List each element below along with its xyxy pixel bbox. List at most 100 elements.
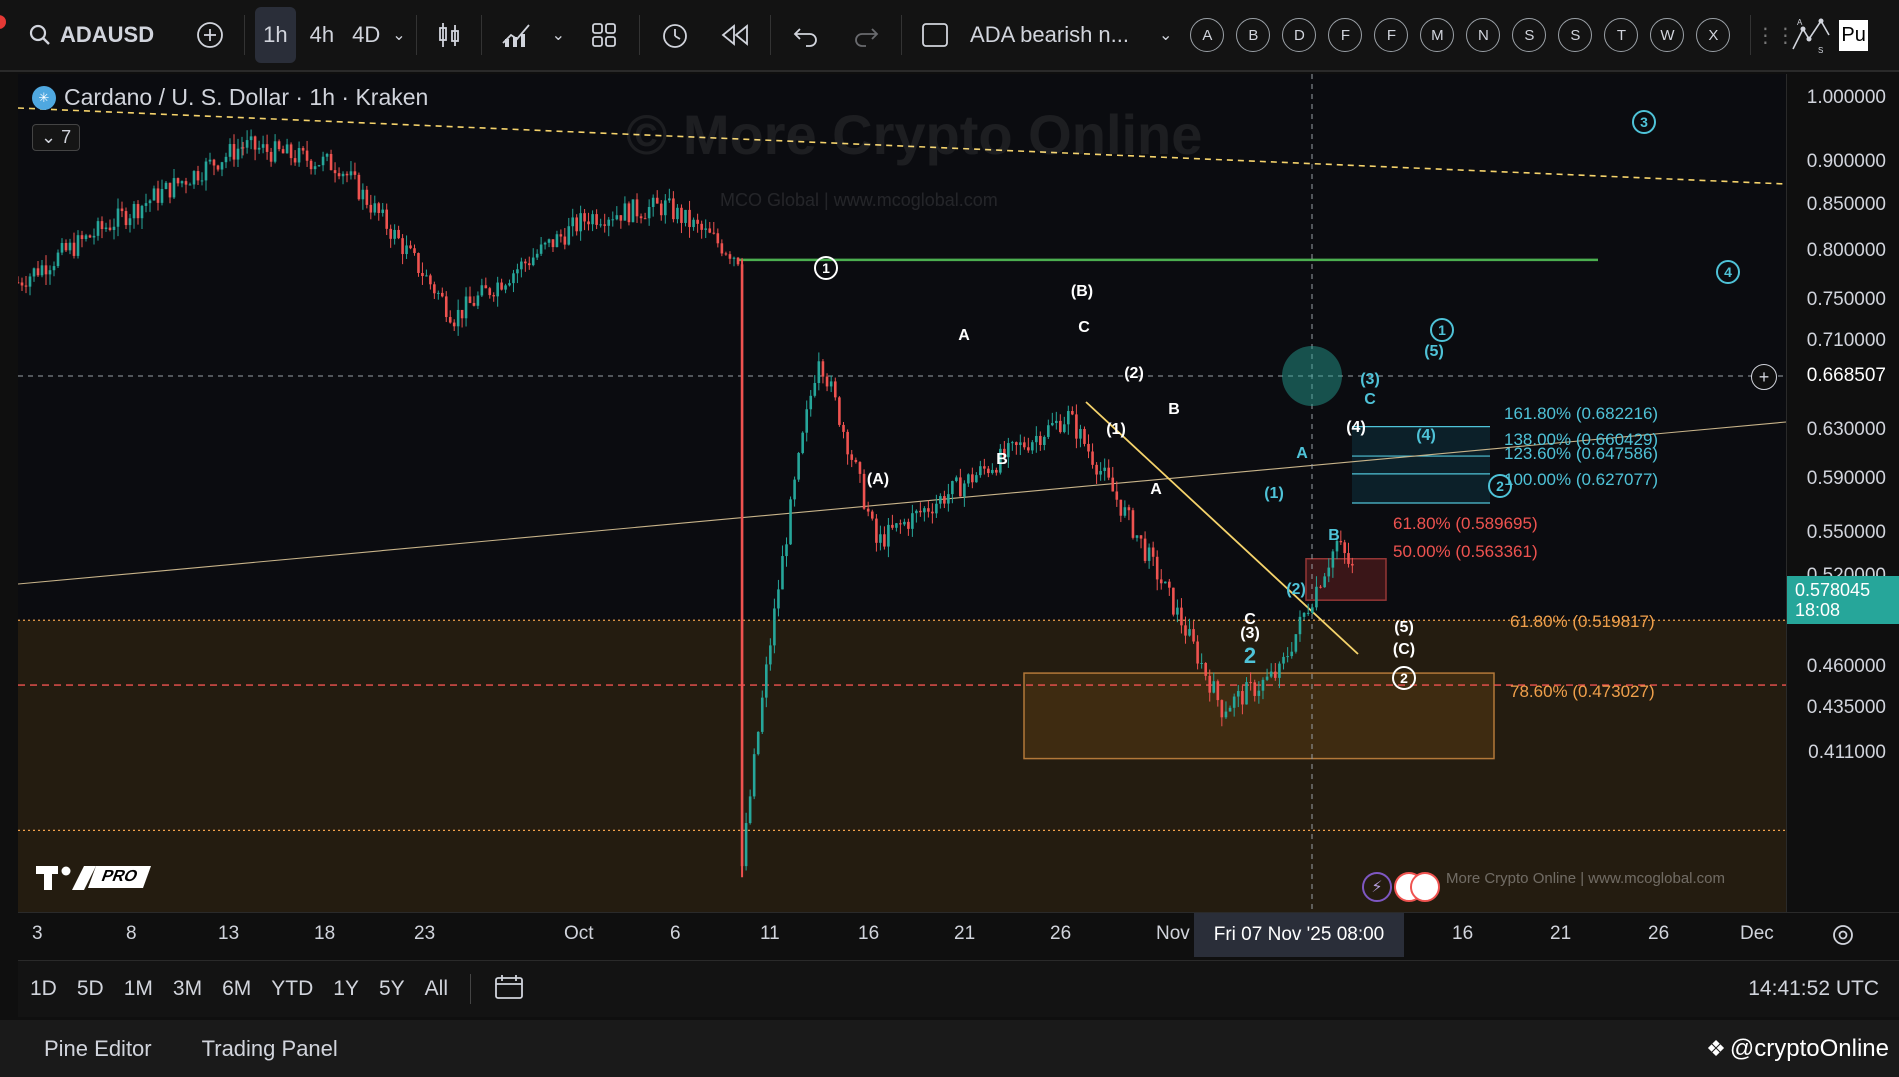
candle-body (809, 395, 813, 410)
tab-pine-editor[interactable]: Pine Editor (44, 1036, 152, 1062)
price-label: 0.460000 (1806, 656, 1886, 677)
candle-body (1278, 663, 1281, 678)
add-alert-icon[interactable]: + (1751, 364, 1777, 390)
range-3m[interactable]: 3M (173, 977, 202, 1001)
divider (244, 15, 246, 55)
candle-body (1286, 656, 1289, 658)
layout-button[interactable] (579, 7, 629, 63)
chevron-down-icon[interactable]: ⌄ (392, 7, 405, 63)
watermark-sub: MCO Global | www.mcoglobal.com (720, 190, 998, 210)
candle-body (480, 285, 484, 296)
divider (415, 15, 417, 55)
candle-body (805, 409, 809, 433)
undo-button[interactable] (781, 7, 831, 63)
quick-button[interactable]: N (1466, 18, 1501, 52)
candle-body (401, 238, 404, 255)
candle-body (1047, 425, 1050, 437)
range-6m[interactable]: 6M (222, 977, 251, 1001)
replay-button[interactable] (710, 7, 760, 63)
compare-button[interactable] (186, 7, 234, 63)
quick-button[interactable]: D (1282, 18, 1317, 52)
crosshair-highlight (1282, 346, 1342, 406)
quick-button[interactable]: X (1696, 18, 1731, 52)
price-label: 1.000000 (1806, 87, 1886, 108)
wave-circled-label: 2 (1488, 474, 1512, 498)
fib-level-label: 50.00% (0.563361) (1393, 542, 1538, 561)
symbol-search[interactable]: ADAUSD (18, 7, 164, 63)
quick-button[interactable]: A (1190, 18, 1225, 52)
quick-button[interactable]: W (1650, 18, 1685, 52)
candle-body (551, 239, 555, 248)
quick-button[interactable]: S (1558, 18, 1593, 52)
date-range-button[interactable] (493, 973, 525, 1006)
candle-body (148, 200, 152, 204)
wave-label: (C) (1392, 641, 1416, 658)
candle-body (393, 229, 396, 239)
notification-dot (0, 15, 6, 29)
range-5d[interactable]: 5D (77, 977, 104, 1001)
candle-body (1079, 428, 1082, 439)
range-all[interactable]: All (425, 977, 448, 1001)
candle-body (1027, 447, 1030, 451)
wave-label: B (1168, 401, 1180, 418)
quick-button[interactable]: S (1512, 18, 1547, 52)
interval-4h[interactable]: 4h (310, 7, 334, 63)
candle-body (1127, 507, 1131, 511)
divider (1750, 15, 1752, 55)
indicators-button[interactable] (492, 7, 542, 63)
candle-body (838, 397, 841, 425)
time-axis[interactable]: 3 8 13 18 23 Oct 6 11 16 21 26 Nov 16 21 26 Dec Fri 07 … (18, 912, 1786, 957)
candle-body (1039, 435, 1042, 445)
quick-button[interactable]: T (1604, 18, 1639, 52)
drag-handle-icon[interactable]: ⋮⋮ (1755, 7, 1795, 63)
range-ytd[interactable]: YTD (271, 977, 313, 1001)
publish-button[interactable]: Pu (1839, 19, 1868, 51)
redo-button[interactable] (841, 7, 891, 63)
lightning-icon[interactable]: ⚡ (1362, 872, 1392, 902)
candle-body (923, 508, 926, 513)
quick-button[interactable]: M (1420, 18, 1455, 52)
candle-body (1319, 586, 1322, 588)
axis-settings-button[interactable] (1786, 912, 1899, 957)
candle-body (655, 197, 659, 204)
quick-button[interactable]: F (1328, 18, 1363, 52)
quick-button[interactable]: B (1236, 18, 1271, 52)
candle-body (196, 171, 200, 181)
candle-body (228, 144, 232, 157)
range-5y[interactable]: 5Y (379, 977, 405, 1001)
price-axis[interactable]: 1.000000 0.900000 0.850000 0.800000 0.750000… (1751, 74, 1899, 912)
candle-body (488, 288, 492, 296)
wave-label: (3) (1360, 371, 1380, 388)
candle-body (1119, 499, 1123, 516)
price-label: 0.710000 (1806, 330, 1886, 351)
interval-1h[interactable]: 1h (255, 7, 296, 63)
range-1y[interactable]: 1Y (333, 977, 359, 1001)
chevron-down-icon[interactable]: ⌄ (552, 7, 565, 63)
tab-trading-panel[interactable]: Trading Panel (202, 1036, 338, 1062)
alert-button[interactable] (650, 7, 700, 63)
range-1m[interactable]: 1M (124, 977, 153, 1001)
wave-tool-button[interactable]: AS (1789, 7, 1833, 63)
indicator-toggle[interactable]: ⌄ 7 (32, 124, 81, 151)
gear-icon (1832, 925, 1853, 945)
chevron-down-icon: ⌄ (41, 127, 57, 147)
candle-body (1347, 553, 1350, 564)
candle-body (516, 269, 519, 274)
candle-body (289, 144, 293, 159)
candle-body (437, 292, 440, 294)
range-1d[interactable]: 1D (30, 977, 57, 1001)
chart-pane[interactable]: ✳ Cardano / U. S. Dollar · 1h · Kraken ⌄… (18, 74, 1786, 912)
chevron-down-icon[interactable]: ⌄ (1159, 7, 1172, 63)
candle-body (1123, 507, 1127, 516)
quick-button[interactable]: F (1374, 18, 1409, 52)
fib-level-label: 78.60% (0.473027) (1510, 682, 1655, 701)
layout-name[interactable]: ADA bearish n... (970, 7, 1129, 63)
interval-4d[interactable]: 4D (352, 7, 380, 63)
falling-trendline (1085, 401, 1359, 655)
flag-icon[interactable] (1410, 872, 1440, 902)
candle-body (120, 208, 124, 212)
candle-body (1095, 464, 1098, 475)
candle-type-button[interactable] (427, 7, 471, 63)
layout-toggle[interactable] (912, 7, 958, 63)
clock[interactable]: 14:41:52 UTC (1748, 977, 1879, 1001)
